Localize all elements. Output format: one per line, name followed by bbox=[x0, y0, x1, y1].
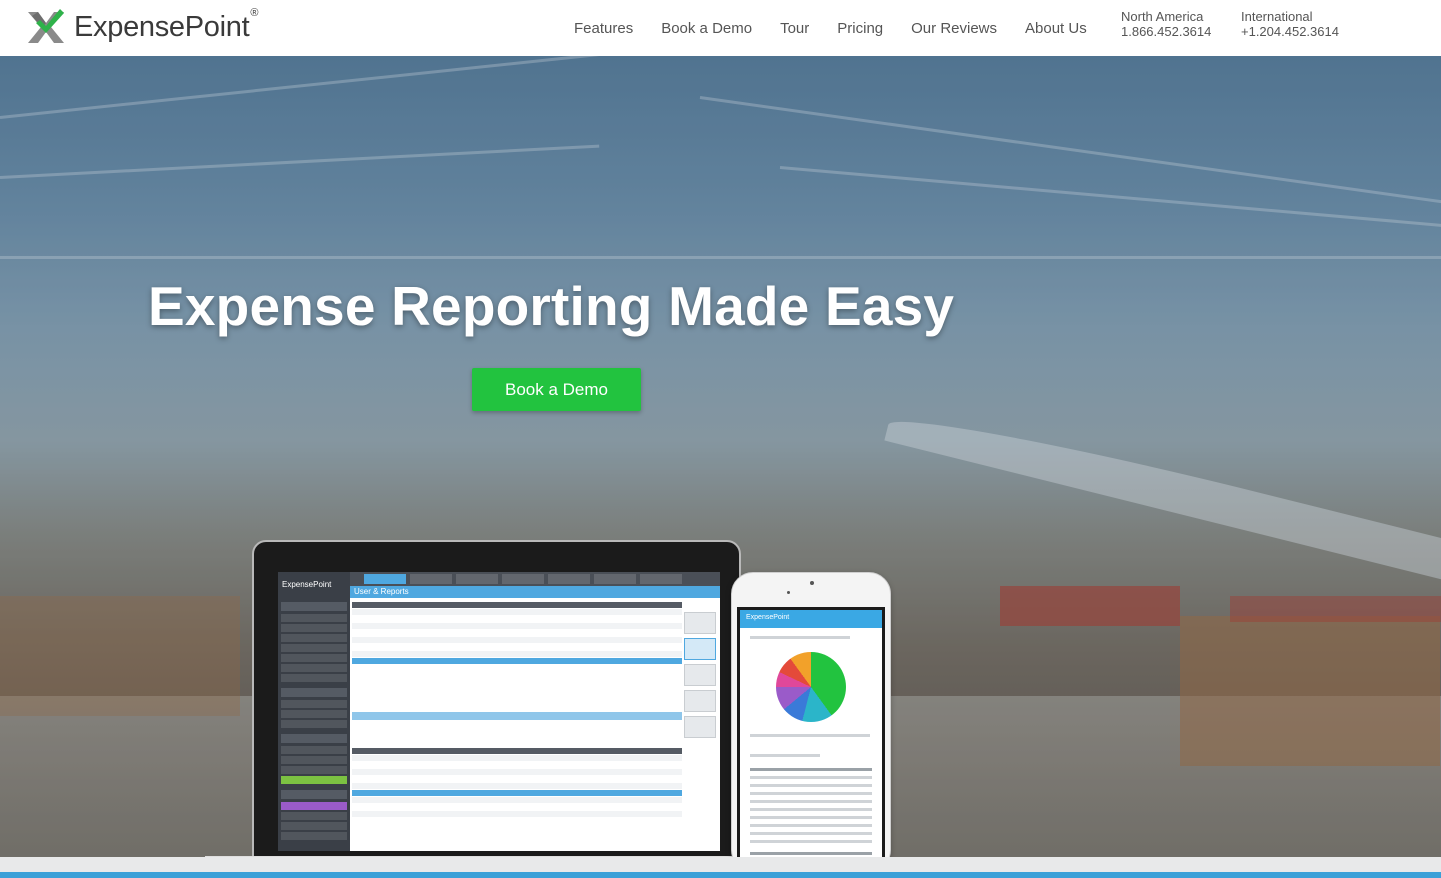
logo-wordmark: ExpensePoint® bbox=[74, 6, 259, 43]
contact-north-america[interactable]: North America 1.866.452.3614 bbox=[1121, 9, 1211, 39]
contact-phone-number: +1.204.452.3614 bbox=[1241, 24, 1339, 39]
phone-app-logo: ExpensePoint bbox=[746, 614, 790, 621]
laptop-mockup: ExpensePoint User & Reports bbox=[252, 540, 741, 857]
laptop-app-screenshot: ExpensePoint User & Reports bbox=[278, 572, 720, 851]
site-header: ExpensePoint® Features Book a Demo Tour … bbox=[0, 0, 1441, 56]
phone-mockup: ExpensePoint bbox=[731, 572, 891, 857]
laptop-app-logo: ExpensePoint bbox=[282, 580, 332, 589]
nav-our-reviews[interactable]: Our Reviews bbox=[911, 20, 997, 37]
contact-region-label: International bbox=[1241, 9, 1313, 24]
contact-international[interactable]: International +1.204.452.3614 bbox=[1241, 9, 1339, 39]
phone-app-screenshot: ExpensePoint bbox=[737, 607, 885, 857]
book-a-demo-button[interactable]: Book a Demo bbox=[472, 368, 641, 411]
contact-region-label: North America bbox=[1121, 9, 1204, 24]
expensepoint-logo[interactable]: ExpensePoint® bbox=[24, 6, 258, 48]
nav-tour[interactable]: Tour bbox=[780, 20, 809, 37]
hero-title: Expense Reporting Made Easy bbox=[148, 275, 955, 337]
contact-phone-number: 1.866.452.3614 bbox=[1121, 24, 1212, 39]
expense-pie-chart bbox=[776, 652, 846, 722]
nav-pricing[interactable]: Pricing bbox=[837, 20, 883, 37]
section-divider-accent bbox=[0, 872, 1441, 878]
nav-features[interactable]: Features bbox=[574, 20, 633, 37]
nav-about-us[interactable]: About Us bbox=[1025, 20, 1087, 37]
main-nav: Features Book a Demo Tour Pricing Our Re… bbox=[560, 0, 1101, 56]
laptop-panel-title: User & Reports bbox=[354, 587, 409, 596]
hero-section: Expense Reporting Made Easy Book a Demo … bbox=[0, 56, 1441, 857]
expensepoint-logo-mark-icon bbox=[28, 9, 64, 43]
nav-book-a-demo[interactable]: Book a Demo bbox=[661, 20, 752, 37]
